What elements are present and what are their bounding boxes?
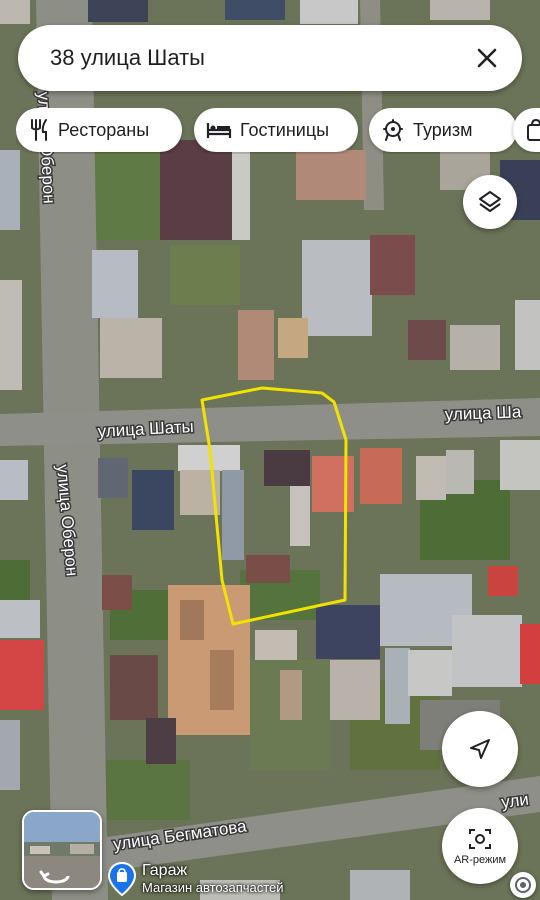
chip-restaurants[interactable]: Рестораны [16,108,182,152]
search-query[interactable]: 38 улица Шаты [50,45,464,71]
layers-icon [479,191,501,212]
ar-mode-label: AR-режим [453,853,507,866]
attraction-icon [383,119,403,141]
hotel-icon [206,123,232,138]
chip-label: Рестораны [58,119,150,140]
navigation-arrow-icon [470,739,490,759]
chip-hotels[interactable]: Гостиницы [194,108,358,152]
chip-label: Туризм [413,119,473,140]
street-label-right-bottom: ули [500,790,530,812]
poi-name: Гараж [142,862,188,879]
layers-button[interactable] [463,175,517,229]
chip-tourism[interactable]: Туризм [369,108,517,152]
ar-camera-icon [469,828,491,849]
category-chips: Рестораны Гостиницы Туризм [16,108,540,154]
poi-text: Гараж Магазин автозапчастей [142,862,284,896]
ar-mode-button[interactable]: AR-режим [442,808,518,884]
street-view-preview [24,812,100,888]
street-label-shaty-right: улица Ша [444,402,522,424]
poi-subtitle: Магазин автозапчастей [142,880,284,895]
shopping-bag-icon [527,118,540,141]
location-dot-icon [515,877,531,893]
search-bar[interactable]: 38 улица Шаты [18,25,522,91]
chip-shopping[interactable] [513,108,540,152]
navigate-button[interactable] [442,711,518,787]
chip-label: Гостиницы [240,119,330,140]
poi-marker[interactable]: Гараж Магазин автозапчастей [108,862,284,896]
clear-button[interactable] [464,35,510,81]
my-location-dot[interactable] [510,872,536,898]
map-pin-icon [108,862,136,896]
close-icon [477,48,497,68]
restaurant-icon [31,119,47,141]
street-view-thumbnail[interactable] [22,810,102,890]
